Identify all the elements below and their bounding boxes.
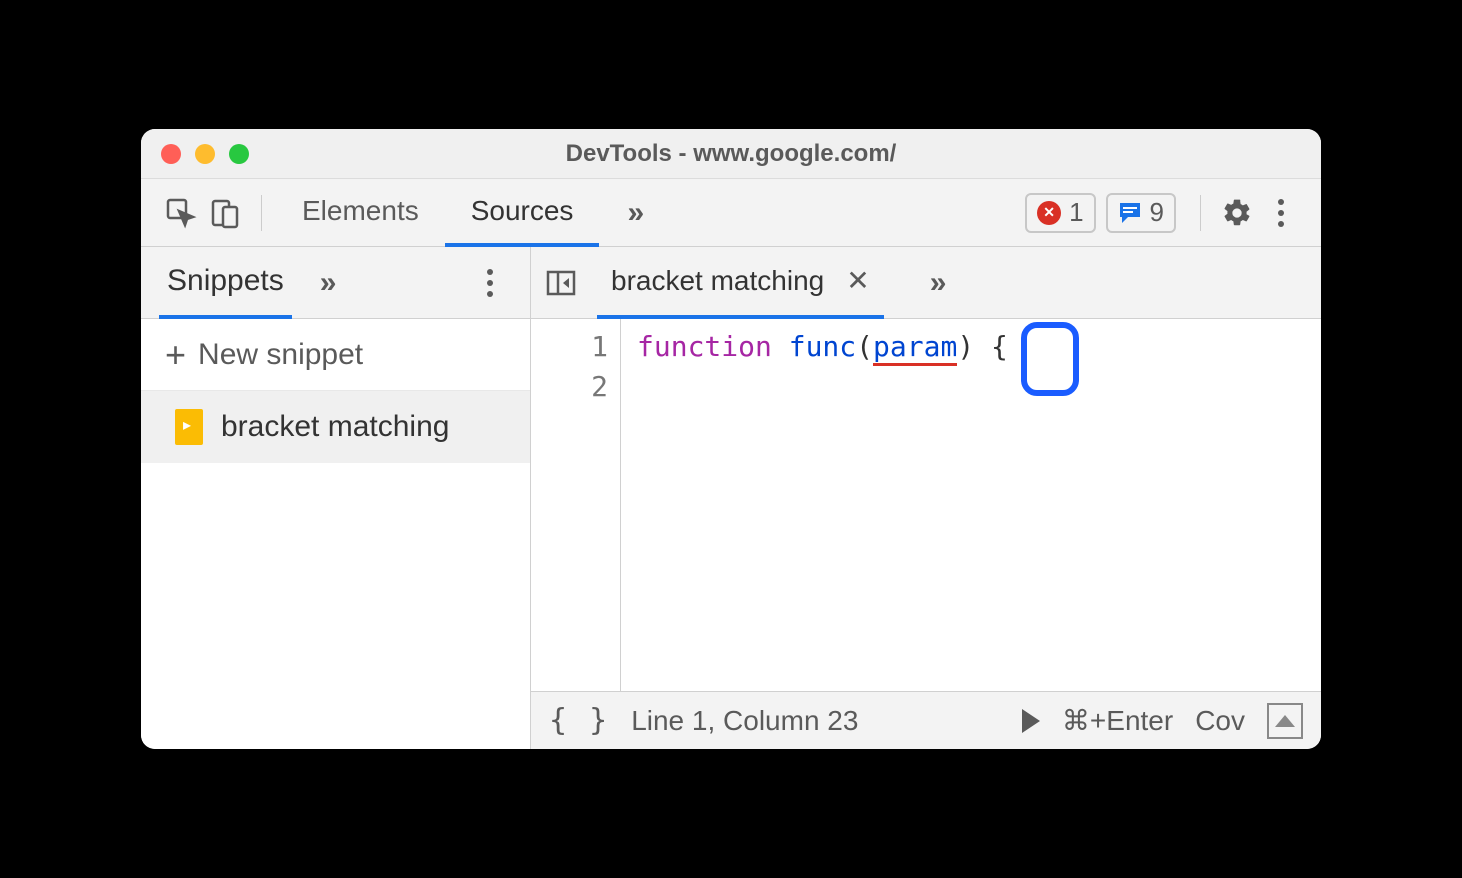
show-navigator-icon[interactable] bbox=[543, 265, 579, 301]
cursor-position: Line 1, Column 23 bbox=[631, 705, 858, 737]
sidebar-tabs: Snippets » bbox=[141, 247, 530, 319]
error-badge[interactable]: 1 bbox=[1025, 193, 1095, 233]
code-content[interactable]: function func(param) { bbox=[621, 319, 1321, 691]
message-badge[interactable]: 9 bbox=[1106, 193, 1176, 233]
editor-tab[interactable]: bracket matching ✕ bbox=[597, 247, 884, 319]
coverage-label[interactable]: Cov bbox=[1195, 705, 1245, 737]
more-editor-tabs-icon[interactable]: » bbox=[930, 266, 947, 300]
editor-panel: bracket matching ✕ » 1 2 function func(p… bbox=[531, 247, 1321, 749]
more-tabs-icon[interactable]: » bbox=[627, 196, 644, 230]
error-icon bbox=[1037, 201, 1061, 225]
editor-tabs: bracket matching ✕ » bbox=[531, 247, 1321, 319]
close-tab-icon[interactable]: ✕ bbox=[846, 264, 869, 297]
line-number: 1 bbox=[531, 327, 608, 367]
drawer-toggle-icon[interactable] bbox=[1267, 703, 1303, 739]
snippet-item[interactable]: bracket matching bbox=[141, 391, 530, 463]
run-snippet-icon[interactable] bbox=[1022, 709, 1040, 733]
pretty-print-icon[interactable]: { } bbox=[549, 703, 609, 738]
tab-elements[interactable]: Elements bbox=[276, 179, 445, 247]
maximize-window-button[interactable] bbox=[229, 144, 249, 164]
device-toolbar-icon[interactable] bbox=[203, 191, 247, 235]
plus-icon: + bbox=[165, 334, 186, 376]
run-shortcut-label: ⌘+Enter bbox=[1062, 704, 1173, 737]
statusbar: { } Line 1, Column 23 ⌘+Enter Cov bbox=[531, 691, 1321, 749]
tab-sources[interactable]: Sources bbox=[445, 179, 600, 247]
new-snippet-label: New snippet bbox=[198, 338, 363, 372]
snippet-item-label: bracket matching bbox=[221, 410, 449, 444]
editor-tab-label: bracket matching bbox=[611, 265, 824, 297]
line-number: 2 bbox=[531, 367, 608, 407]
code-editor[interactable]: 1 2 function func(param) { bbox=[531, 319, 1321, 691]
code-paren: ) bbox=[957, 330, 974, 363]
message-icon bbox=[1118, 201, 1142, 225]
more-options-icon[interactable] bbox=[1259, 191, 1303, 235]
window-controls bbox=[141, 144, 249, 164]
code-brace: { bbox=[991, 330, 1008, 363]
toolbar-divider bbox=[261, 195, 262, 231]
new-snippet-button[interactable]: + New snippet bbox=[141, 319, 530, 391]
message-count: 9 bbox=[1150, 197, 1164, 228]
titlebar: DevTools - www.google.com/ bbox=[141, 129, 1321, 179]
main-toolbar: Elements Sources » 1 9 bbox=[141, 179, 1321, 247]
code-function-name: func bbox=[789, 330, 856, 363]
sidebar-tab-snippets[interactable]: Snippets bbox=[159, 247, 292, 319]
code-keyword: function bbox=[637, 330, 772, 363]
minimize-window-button[interactable] bbox=[195, 144, 215, 164]
devtools-window: DevTools - www.google.com/ Elements Sour… bbox=[141, 129, 1321, 749]
close-window-button[interactable] bbox=[161, 144, 181, 164]
window-title: DevTools - www.google.com/ bbox=[566, 140, 897, 168]
code-line: function func(param) { bbox=[637, 327, 1321, 367]
sidebar: Snippets » + New snippet bracket matchin… bbox=[141, 247, 531, 749]
more-sidebar-tabs-icon[interactable]: » bbox=[320, 266, 337, 300]
sidebar-more-icon[interactable] bbox=[468, 261, 512, 305]
snippet-file-icon bbox=[175, 409, 203, 445]
line-number-gutter: 1 2 bbox=[531, 319, 621, 691]
inspect-element-icon[interactable] bbox=[159, 191, 203, 235]
error-count: 1 bbox=[1069, 197, 1083, 228]
settings-icon[interactable] bbox=[1215, 191, 1259, 235]
code-paren: ( bbox=[856, 330, 873, 363]
content-area: Snippets » + New snippet bracket matchin… bbox=[141, 247, 1321, 749]
code-param: param bbox=[873, 330, 957, 366]
main-tabs: Elements Sources » bbox=[276, 179, 644, 247]
toolbar-divider bbox=[1200, 195, 1201, 231]
